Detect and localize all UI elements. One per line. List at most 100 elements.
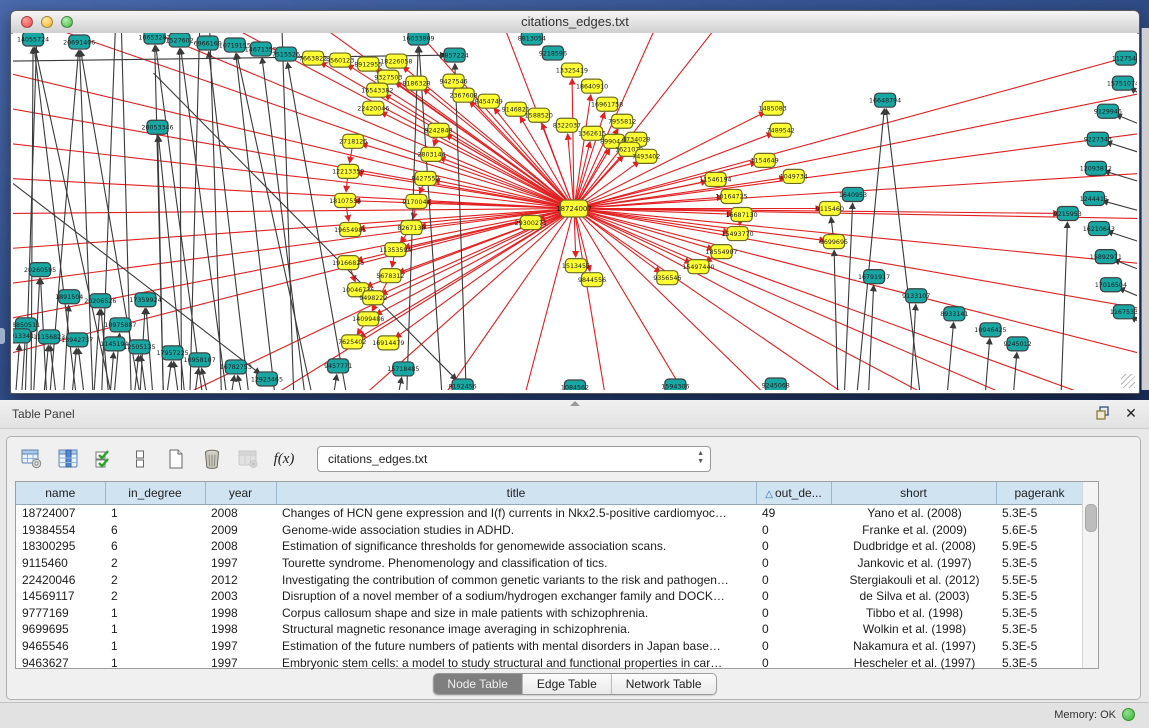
network-edge[interactable]: [1104, 171, 1137, 182]
table-row[interactable]: 969969511998Structural magnetic resonanc…: [16, 621, 1083, 638]
memory-status-icon[interactable]: [1122, 708, 1135, 721]
network-node[interactable]: 14099486: [352, 312, 384, 326]
network-edge[interactable]: [230, 376, 235, 390]
show-selected-rows-button[interactable]: [89, 445, 119, 473]
column-header-out_de[interactable]: △out_de...: [756, 482, 831, 505]
network-node[interactable]: 1640953: [839, 187, 867, 201]
network-node[interactable]: 9192456: [449, 379, 477, 390]
network-node[interactable]: 1127544: [1112, 51, 1137, 65]
network-node[interactable]: 9170044: [402, 194, 430, 208]
network-edge[interactable]: [1119, 288, 1137, 298]
network-node[interactable]: 1154649: [751, 153, 779, 167]
network-node[interactable]: 1891504: [55, 290, 83, 304]
column-header-pagerank[interactable]: pagerank: [996, 482, 1083, 505]
network-node[interactable]: 9498222: [359, 291, 387, 305]
delete-table-button[interactable]: [233, 445, 263, 473]
network-canvas[interactable]: 1872400795601238912955182260589327503818…: [13, 33, 1137, 390]
table-row[interactable]: 946362711997Embryonic stem cells: a mode…: [16, 654, 1083, 671]
row-mode-button[interactable]: [125, 445, 155, 473]
network-edge[interactable]: [1013, 353, 1017, 390]
network-edge[interactable]: [109, 353, 113, 390]
tab-edge-table[interactable]: Edge Table: [523, 674, 612, 694]
network-node[interactable]: 9844556: [578, 273, 606, 287]
network-node[interactable]: 7489542: [767, 123, 795, 137]
network-node[interactable]: 15751074: [1107, 76, 1137, 90]
float-panel-icon[interactable]: [1095, 405, 1111, 421]
network-node[interactable]: 1485083: [759, 101, 787, 115]
network-node[interactable]: 9129946: [1094, 104, 1122, 118]
network-node[interactable]: 1167533: [1110, 305, 1137, 319]
table-row[interactable]: 1872400712008Changes of HCN gene express…: [16, 505, 1083, 522]
table-row[interactable]: 977716911998Corpus callosum shape and si…: [16, 605, 1083, 622]
column-visibility-button[interactable]: [53, 445, 83, 473]
network-edge[interactable]: [984, 339, 989, 390]
network-node[interactable]: 6966160: [194, 36, 222, 50]
resize-grip-icon[interactable]: [1121, 374, 1135, 388]
table-row[interactable]: 946554611997Estimation of the future num…: [16, 638, 1083, 655]
network-node[interactable]: 7955812: [608, 114, 636, 128]
network-edge[interactable]: [574, 53, 1137, 208]
splitter-handle[interactable]: [570, 401, 580, 406]
create-column-button[interactable]: [161, 445, 191, 473]
network-node[interactable]: 7663822: [299, 51, 327, 65]
network-edge[interactable]: [574, 208, 605, 390]
table-scrollbar[interactable]: [1082, 482, 1098, 668]
network-node[interactable]: 16914479: [372, 336, 404, 350]
network-node[interactable]: 9227343: [1084, 132, 1112, 146]
network-node[interactable]: 7857224: [441, 48, 469, 62]
network-edge[interactable]: [455, 64, 467, 390]
column-header-short[interactable]: short: [831, 482, 996, 505]
network-edge[interactable]: [574, 208, 690, 262]
network-edge[interactable]: [13, 143, 574, 208]
table-row[interactable]: 1830029562008Estimation of significance …: [16, 538, 1083, 555]
network-edge[interactable]: [525, 208, 574, 390]
network-node[interactable]: 9115460: [816, 201, 844, 215]
network-node[interactable]: 10164725: [715, 189, 747, 203]
network-node[interactable]: 8813054: [518, 33, 546, 45]
network-edge[interactable]: [237, 54, 314, 390]
network-node[interactable]: 16210643: [1083, 222, 1115, 236]
table-scrollbar-thumb[interactable]: [1085, 504, 1097, 532]
network-node[interactable]: 9327503: [374, 70, 402, 84]
network-node[interactable]: 15718485: [387, 362, 419, 376]
network-node[interactable]: 1527602: [166, 33, 194, 47]
table-row[interactable]: 911546021997Tourette syndrome. Phenomeno…: [16, 555, 1083, 572]
network-node[interactable]: 5678312: [376, 269, 404, 283]
network-node[interactable]: 10975887: [104, 318, 136, 332]
network-node[interactable]: 16543382: [361, 83, 393, 97]
function-builder-button[interactable]: f(x): [269, 445, 299, 473]
network-node[interactable]: 15493770: [722, 227, 754, 241]
network-node[interactable]: 1513455: [562, 259, 590, 273]
network-edge[interactable]: [202, 369, 210, 390]
network-node[interactable]: 14055724: [17, 33, 49, 46]
network-node[interactable]: 18640910: [576, 79, 608, 93]
network-node[interactable]: 9245012: [1004, 337, 1032, 351]
column-header-in_degree[interactable]: in_degree: [105, 482, 205, 505]
network-select[interactable]: citations_edges.txt ▲▼: [317, 446, 711, 472]
network-edge[interactable]: [886, 109, 921, 390]
network-edge[interactable]: [71, 349, 76, 390]
network-node[interactable]: 19166825: [332, 256, 364, 270]
network-edge[interactable]: [121, 33, 131, 390]
network-edge[interactable]: [946, 323, 953, 390]
tab-node-table[interactable]: Node Table: [433, 674, 523, 694]
network-node[interactable]: 9242848: [424, 123, 452, 137]
network-node[interactable]: 8267130: [397, 221, 425, 235]
network-edge[interactable]: [78, 349, 85, 390]
network-node[interactable]: 7493402: [632, 149, 660, 163]
network-node[interactable]: 11546194: [699, 172, 731, 186]
column-header-name[interactable]: name: [16, 482, 105, 505]
network-node[interactable]: 8933141: [940, 307, 968, 321]
network-edge[interactable]: [396, 378, 401, 390]
network-node[interactable]: 22420046: [357, 101, 389, 115]
network-edge[interactable]: [574, 208, 846, 390]
network-edge[interactable]: [93, 310, 99, 390]
network-edge[interactable]: [1107, 231, 1137, 242]
network-node[interactable]: 1244415: [1080, 191, 1108, 205]
network-node[interactable]: 17359924: [129, 293, 161, 307]
network-node[interactable]: 8322037: [553, 118, 581, 132]
network-edge[interactable]: [1106, 142, 1137, 153]
network-node[interactable]: 1084562: [561, 380, 589, 390]
network-node[interactable]: 9356546: [653, 271, 681, 285]
network-node[interactable]: 13325419: [556, 63, 588, 77]
